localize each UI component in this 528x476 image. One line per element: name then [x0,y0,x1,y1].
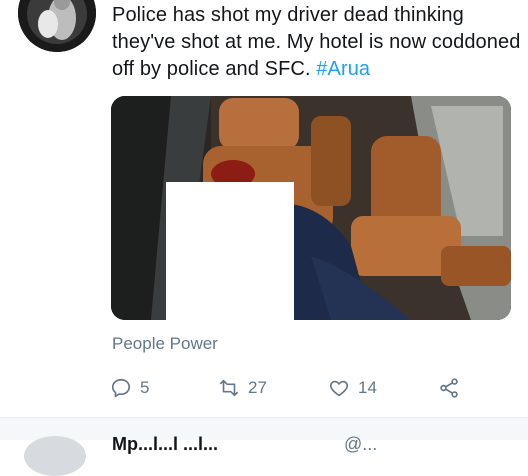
photo-icon [111,96,511,320]
next-tweet-handle: @... [344,434,378,454]
like-button[interactable]: 14 [328,374,377,402]
avatar-image [18,0,96,52]
tweet-text: Police has shot my driver dead thinking … [112,2,522,83]
reply-icon [111,378,131,398]
next-tweet-avatar[interactable] [24,436,86,476]
share-button[interactable] [438,374,468,402]
hashtag-link[interactable]: #Arua [316,58,370,80]
user-avatar[interactable] [18,0,96,52]
reply-button[interactable]: 5 [110,374,149,402]
like-count: 14 [358,378,377,397]
share-icon [440,378,458,398]
heart-icon [329,380,349,397]
next-tweet-author[interactable]: Mp...l...l ...l... [112,434,218,455]
tweet-actions: 5 27 14 [110,374,510,404]
tweet-source: People Power [112,334,218,353]
tweet-media-photo[interactable] [111,96,511,320]
retweet-icon [219,379,239,397]
reply-count: 5 [140,378,150,397]
next-tweet-preview[interactable]: Mp...l...l ...l... @... [0,418,528,476]
retweet-button[interactable]: 27 [218,374,267,402]
retweet-count: 27 [248,378,267,397]
